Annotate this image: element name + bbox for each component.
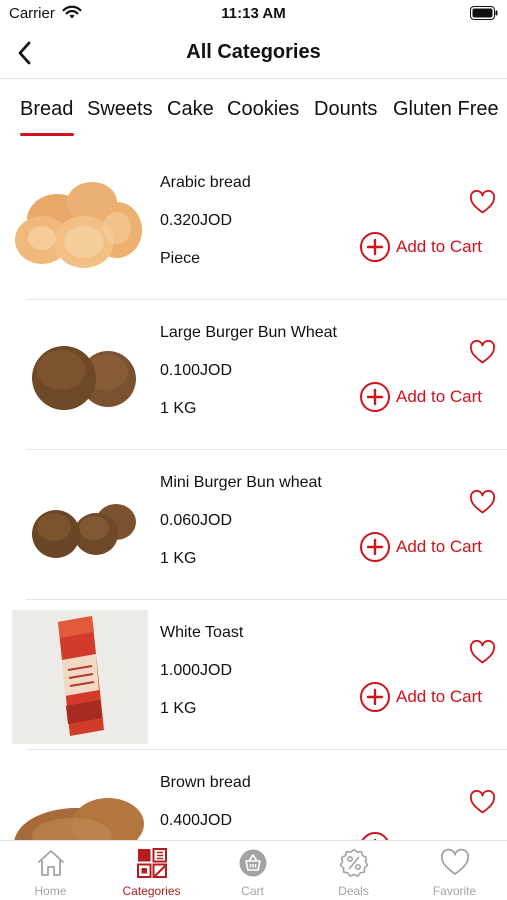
product-name: Brown bread — [160, 774, 251, 791]
burger-buns-image — [32, 346, 136, 410]
mini-buns-image — [32, 504, 136, 558]
nav-deals[interactable]: Deals — [303, 841, 404, 900]
heart-icon — [440, 848, 470, 875]
plus-circle-icon — [360, 382, 390, 412]
product-price: 0.320JOD — [160, 212, 233, 229]
tab-cookies[interactable]: Cookies — [227, 98, 299, 121]
product-price: 0.400JOD — [160, 812, 233, 829]
bottom-tab-bar: Home Categories Cart Deals Favorite — [0, 840, 507, 900]
tab-gluten-free[interactable]: Gluten Free — [393, 98, 499, 121]
pita-bread-image — [15, 182, 142, 268]
add-to-cart-label: Add to Cart — [396, 687, 482, 706]
product-list: Arabic bread 0.320JOD Piece Add to Cart … — [0, 150, 507, 840]
add-to-cart-button[interactable] — [359, 831, 391, 840]
favorite-heart-icon[interactable] — [469, 190, 496, 215]
add-to-cart-label: Add to Cart — [396, 387, 482, 406]
battery-icon — [470, 6, 498, 20]
category-tabs: Bread Sweets Cake Cookies Dounts Gluten … — [0, 80, 507, 140]
product-name: White Toast — [160, 624, 244, 641]
product-unit: 1 KG — [160, 550, 197, 567]
tab-cake[interactable]: Cake — [167, 98, 214, 121]
plus-circle-icon — [360, 532, 390, 562]
add-to-cart-button[interactable]: Add to Cart — [359, 381, 482, 413]
nav-favorite[interactable]: Favorite — [404, 841, 505, 900]
nav-cart[interactable]: Cart — [202, 841, 303, 900]
plus-circle-icon — [360, 682, 390, 712]
nav-categories[interactable]: Categories — [101, 841, 202, 900]
product-row[interactable]: Large Burger Bun Wheat 0.100JOD 1 KG Add… — [0, 300, 507, 450]
product-name: Arabic bread — [160, 174, 251, 191]
product-row[interactable]: Mini Burger Bun wheat 0.060JOD 1 KG Add … — [0, 450, 507, 600]
nav-favorite-label: Favorite — [432, 884, 477, 898]
product-name: Mini Burger Bun wheat — [160, 474, 322, 491]
add-to-cart-button[interactable]: Add to Cart — [359, 531, 482, 563]
cart-basket-icon — [239, 849, 267, 877]
product-unit: 1 KG — [160, 700, 197, 717]
favorite-heart-icon[interactable] — [469, 490, 496, 515]
product-price: 0.060JOD — [160, 512, 233, 529]
status-time: 11:13 AM — [221, 5, 286, 22]
product-row[interactable]: Arabic bread 0.320JOD Piece Add to Cart — [0, 150, 507, 300]
nav-cart-label: Cart — [241, 884, 264, 898]
navigation-bar: All Categories — [0, 28, 507, 79]
product-price: 1.000JOD — [160, 662, 233, 679]
tab-dounts[interactable]: Dounts — [314, 98, 377, 121]
add-to-cart-label: Add to Cart — [396, 237, 482, 256]
product-name: Large Burger Bun Wheat — [160, 324, 337, 341]
categories-grid-icon — [137, 848, 167, 878]
favorite-heart-icon[interactable] — [469, 340, 496, 365]
tab-sweets[interactable]: Sweets — [87, 98, 153, 121]
nav-home-label: Home — [34, 884, 67, 898]
selected-tab-indicator — [20, 133, 74, 136]
status-bar: Carrier 11:13 AM — [0, 0, 507, 28]
tab-bread[interactable]: Bread — [20, 98, 73, 121]
home-icon — [38, 850, 64, 876]
plus-circle-icon — [360, 232, 390, 262]
product-row[interactable]: White Toast 1.000JOD 1 KG Add to Cart — [0, 600, 507, 750]
product-unit: Piece — [160, 250, 201, 267]
product-price: 0.100JOD — [160, 362, 233, 379]
toast-pack-image — [12, 610, 148, 744]
nav-home[interactable]: Home — [0, 841, 101, 900]
plus-circle-icon — [361, 832, 389, 840]
favorite-heart-icon[interactable] — [469, 790, 496, 815]
nav-deals-label: Deals — [338, 884, 369, 898]
nav-categories-label: Categories — [122, 884, 181, 898]
add-to-cart-label: Add to Cart — [396, 537, 482, 556]
favorite-heart-icon[interactable] — [469, 640, 496, 665]
product-row[interactable]: Brown bread 0.400JOD — [0, 750, 507, 840]
brown-bread-image — [14, 798, 144, 840]
add-to-cart-button[interactable]: Add to Cart — [359, 681, 482, 713]
product-unit: 1 KG — [160, 400, 197, 417]
add-to-cart-button[interactable]: Add to Cart — [359, 231, 482, 263]
page-title: All Categories — [186, 41, 321, 63]
percent-badge-icon — [339, 848, 369, 877]
